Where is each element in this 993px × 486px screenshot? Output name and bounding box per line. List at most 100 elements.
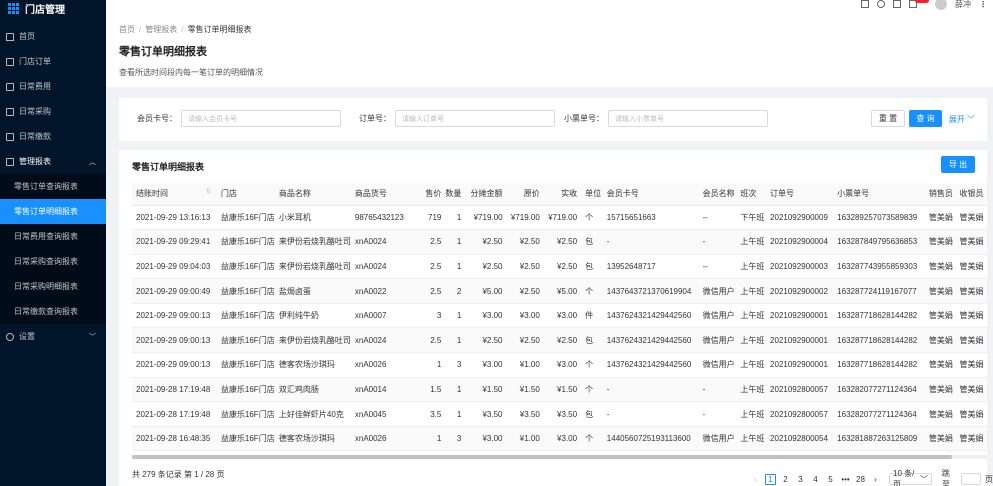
table-cell: 2.5 <box>418 278 446 304</box>
page-number[interactable]: ••• <box>840 474 851 485</box>
column-header-label: 数量 <box>445 189 462 199</box>
table-row[interactable]: 2021-09-29 13:16:13 益康乐16F门店 小米耳机 987654321… <box>132 205 987 231</box>
sidebar-item-daily-payments[interactable]: 日常缴款 <box>0 124 106 149</box>
submenu-item-retail-order-detail[interactable]: 零售订单明细报表 <box>0 199 106 224</box>
page-number[interactable]: 2 <box>780 474 791 485</box>
table-cell: 个 <box>581 377 603 403</box>
breadcrumb: 首页 / 管理报表 / 零售订单明细报表 <box>119 25 252 34</box>
table-row[interactable]: 2021-09-29 09:00:13 益康乐16F门店 伊利纯牛奶 xnA0007 3… <box>132 303 987 329</box>
table-row[interactable]: 2021-09-29 09:00:13 益康乐16F门店 来伊份岩烧乳酪吐司 xnA0… <box>132 327 987 354</box>
page-number[interactable]: 3 <box>795 474 806 485</box>
page-number[interactable]: 5 <box>825 474 836 485</box>
next-page-icon[interactable]: › <box>870 474 881 485</box>
table-row[interactable]: 2021-09-28 17:19:48 益康乐16F门店 双汇鸡肉肠 xnA0014 1… <box>132 377 987 403</box>
breadcrumb-reports[interactable]: 管理报表 <box>145 25 177 34</box>
submenu-item-expense-query[interactable]: 日常费用查询报表 <box>0 224 106 249</box>
more-icon[interactable]: ⋮ <box>979 0 987 9</box>
page-number[interactable]: 1 <box>765 473 776 485</box>
screen-icon[interactable] <box>893 0 901 8</box>
sidebar-item-store-orders[interactable]: 门店订单 <box>0 49 106 74</box>
column-header: 销售员 <box>924 183 956 206</box>
sidebar-item-settings[interactable]: 设置 ﹀ <box>0 324 106 349</box>
member-card-field: 会员卡号： 请输入会员卡号 <box>137 110 341 127</box>
export-button[interactable]: 导 出 <box>941 156 975 173</box>
sidebar-item-home[interactable]: 首页 <box>0 24 106 49</box>
sort-icon[interactable]: ⇅ <box>206 188 211 195</box>
table-cell: ¥2.50 <box>506 327 544 354</box>
query-button[interactable]: 查 询 <box>909 110 942 127</box>
table-row[interactable]: 2021-09-29 09:04:03 益康乐16F门店 来伊份岩烧乳酪吐司 xnA0… <box>132 254 987 280</box>
order-no-input[interactable]: 请输入订单号 <box>395 110 555 127</box>
sidebar-menu: 首页 门店订单 日常费用 日常采购 日常缴款 管理报表 ︿ <box>0 24 106 174</box>
column-header-label: 订单号 <box>770 189 795 199</box>
table-cell: 益康乐16F门店 <box>216 401 275 427</box>
table-cell: 管美娟 <box>955 352 987 378</box>
table-cell: 2.5 <box>418 254 446 280</box>
bell-icon[interactable] <box>909 0 929 8</box>
table-cell: 包 <box>581 229 603 255</box>
column-header: 商品货号 <box>350 183 419 206</box>
table-cell: 德客农场沙琪玛 <box>274 352 351 378</box>
table-row[interactable]: 2021-09-29 09:00:13 益康乐16F门店 德客农场沙琪玛 xnA002… <box>132 352 987 378</box>
notification-badge <box>915 0 929 3</box>
table-cell: 小米耳机 <box>274 205 351 231</box>
column-header: 实收 <box>543 183 582 206</box>
table-cell: 2021-09-29 09:00:13 <box>132 303 217 329</box>
jump-page-input[interactable] <box>960 473 981 485</box>
ticket-no-input[interactable]: 请输入小票单号 <box>608 110 768 127</box>
page-number[interactable]: 28 <box>855 474 866 485</box>
sidebar-item-label: 管理报表 <box>19 157 51 166</box>
sidebar-item-label: 门店订单 <box>19 57 51 66</box>
table-row[interactable]: 2021-09-28 17:19:48 益康乐16F门店 上好佳鲜虾片40克 xnA0… <box>132 401 987 427</box>
table-cell: 163281887263125809 <box>833 426 925 452</box>
table-cell: 个 <box>581 352 603 378</box>
breadcrumb-home[interactable]: 首页 <box>119 25 135 34</box>
submenu-item-purchase-detail[interactable]: 日常采购明细报表 <box>0 274 106 299</box>
table-row[interactable]: 2021-09-29 09:00:49 益康乐16F门店 盐焗卤蛋 xnA0022 2.… <box>132 278 987 304</box>
table-cell: xnA0022 <box>350 278 419 304</box>
horizontal-scrollbar[interactable] <box>132 455 987 459</box>
page-description: 查看所选时间段内每一笔订单的明细情况 <box>119 68 263 77</box>
table-cell: 益康乐16F门店 <box>216 327 275 354</box>
jump-suffix: 页 <box>985 474 993 484</box>
table-cell: 163282077271124364 <box>833 401 925 427</box>
column-header: 门店 <box>216 183 275 206</box>
order-no-label: 订单号： <box>359 114 391 123</box>
home-icon[interactable] <box>861 0 869 8</box>
table-cell: 163287849795636853 <box>833 229 925 255</box>
column-header[interactable]: 结账时间 ⇅ <box>132 183 217 206</box>
sidebar-item-daily-purchases[interactable]: 日常采购 <box>0 99 106 124</box>
app-logo[interactable]: 门店管理 <box>0 0 106 17</box>
prev-page-icon[interactable]: ‹ <box>750 474 761 485</box>
sidebar-item-daily-expenses[interactable]: 日常费用 <box>0 74 106 99</box>
table-cell: 163287718628144282 <box>833 352 925 378</box>
submenu-item-retail-order-query[interactable]: 零售订单查询报表 <box>0 174 106 199</box>
table-cell: 163287718628144282 <box>833 327 925 354</box>
table-cell: ¥1.50 <box>543 377 582 403</box>
submenu-item-payment-query[interactable]: 日常缴款查询报表 <box>0 299 106 324</box>
reset-button[interactable]: 重 置 <box>871 110 905 127</box>
expand-toggle[interactable]: 展开 ﹀ <box>949 114 975 125</box>
table-cell: 2021092900004 <box>766 229 834 255</box>
table-cell: 上午班 <box>736 229 767 255</box>
page-size-select[interactable]: 10 条/页 ﹀ <box>889 469 932 486</box>
page-number[interactable]: 4 <box>810 474 821 485</box>
column-header-label: 会员卡号 <box>606 189 639 199</box>
table-cell: ¥2.50 <box>506 254 544 280</box>
sidebar-item-reports[interactable]: 管理报表 ︿ <box>0 149 106 174</box>
document-icon <box>6 132 14 141</box>
table-row[interactable]: 2021-09-28 16:48:35 益康乐16F门店 德客农场沙琪玛 xnA002… <box>132 426 987 452</box>
column-header-label: 商品名称 <box>278 189 311 199</box>
user-name[interactable]: 薛冲 <box>955 0 971 10</box>
table-cell: 2021-09-29 13:16:13 <box>132 205 217 231</box>
member-card-input[interactable]: 请输入会员卡号 <box>181 110 341 127</box>
avatar[interactable] <box>935 0 947 10</box>
submenu-item-purchase-query[interactable]: 日常采购查询报表 <box>0 249 106 274</box>
table-cell: 2021-09-29 09:00:13 <box>132 352 217 378</box>
help-icon[interactable] <box>877 0 885 8</box>
table-cell: 上午班 <box>736 327 767 354</box>
scrollbar-thumb[interactable] <box>132 455 952 459</box>
table-cell: 2 <box>445 278 466 304</box>
table-row[interactable]: 2021-09-29 09:29:41 益康乐16F门店 来伊份岩烧乳酪吐司 xnA0… <box>132 229 987 255</box>
jump-label: 跳至 <box>941 469 950 486</box>
